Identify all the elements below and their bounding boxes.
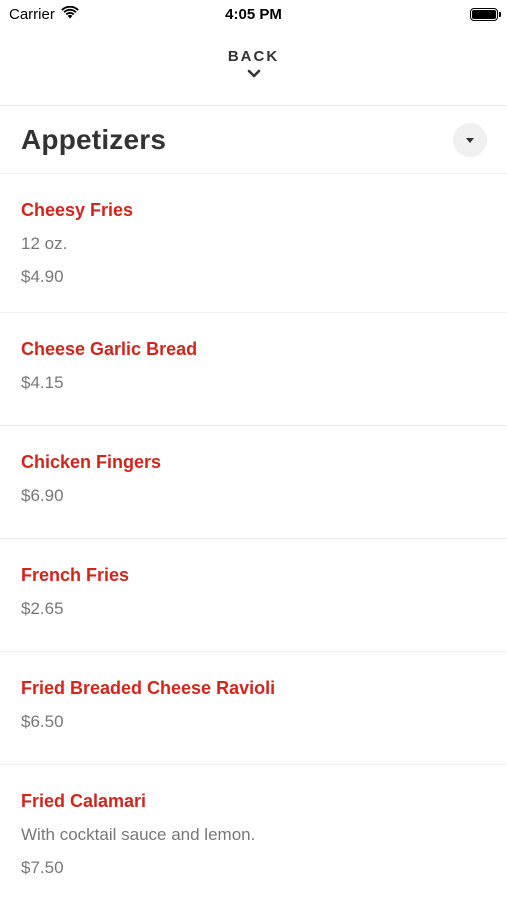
section-title: Appetizers — [21, 123, 167, 155]
item-description: 12 oz. — [21, 234, 68, 253]
item-price: $4.15 — [21, 373, 64, 392]
menu-item-cheesy-fries[interactable]: Cheesy Fries 12 oz. $4.90 — [0, 174, 507, 313]
item-name: French Fries — [21, 565, 130, 585]
back-navigation[interactable]: BACK — [0, 28, 507, 106]
menu-list: Cheesy Fries 12 oz. $4.90 Cheese Garlic … — [0, 174, 507, 900]
item-name: Fried Breaded Cheese Ravioli — [21, 678, 276, 698]
status-bar: Carrier 4:05 PM — [0, 0, 507, 28]
section-header[interactable]: Appetizers — [0, 106, 507, 174]
item-name: Chicken Fingers — [21, 452, 162, 472]
item-price: $6.50 — [21, 712, 64, 731]
item-price: $2.65 — [21, 599, 64, 618]
item-price: $4.90 — [21, 267, 64, 286]
status-time: 4:05 PM — [225, 5, 282, 23]
section-toggle-button[interactable] — [453, 122, 487, 157]
item-name: Cheese Garlic Bread — [21, 339, 198, 359]
back-button[interactable]: BACK — [228, 48, 279, 65]
menu-item-fried-calamari[interactable]: Fried Calamari With cocktail sauce and l… — [0, 765, 507, 900]
chevron-down-icon[interactable] — [247, 66, 261, 84]
menu-item-chicken-fingers[interactable]: Chicken Fingers $6.90 — [0, 426, 507, 539]
menu-item-cheese-garlic-bread[interactable]: Cheese Garlic Bread $4.15 — [0, 313, 507, 426]
item-name: Cheesy Fries — [21, 200, 134, 220]
item-name: Fried Calamari — [21, 791, 147, 811]
item-price: $6.90 — [21, 486, 64, 505]
battery-icon — [470, 7, 501, 21]
item-description: With cocktail sauce and lemon. — [21, 825, 256, 844]
battery-level — [472, 9, 496, 19]
menu-item-fried-breaded-cheese-ravioli[interactable]: Fried Breaded Cheese Ravioli $6.50 — [0, 652, 507, 765]
menu-item-french-fries[interactable]: French Fries $2.65 — [0, 539, 507, 652]
caret-down-icon — [465, 131, 475, 149]
item-price: $7.50 — [21, 858, 64, 877]
